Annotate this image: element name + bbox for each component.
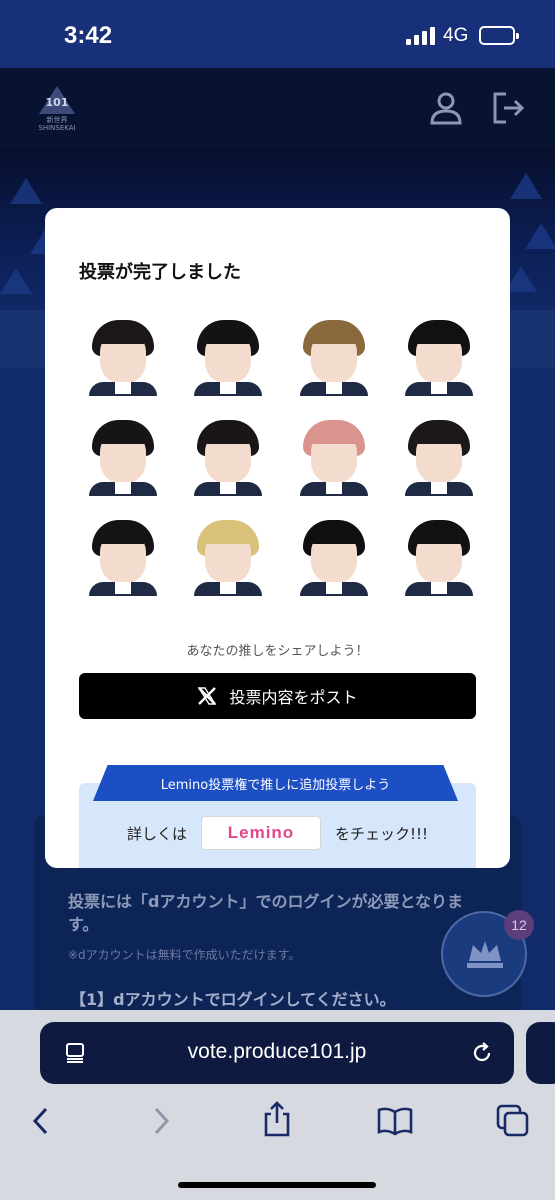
trainee-photo [83, 418, 163, 496]
trainee-photo [294, 418, 374, 496]
lemino-prefix: 詳しくは [126, 824, 187, 843]
trainee-photo [188, 418, 268, 496]
trainee-photo [188, 318, 268, 396]
trainee-photo [399, 518, 479, 596]
post-button-label: 投票内容をポスト [229, 688, 358, 707]
share-prompt: あなたの推しをシェアしよう！ [186, 644, 369, 659]
forward-icon[interactable] [150, 1106, 172, 1136]
account-icon[interactable] [428, 90, 464, 126]
trainee-grid [83, 318, 479, 618]
signal-icon [406, 27, 436, 45]
browser-toolbar: vote.produce101.jp [0, 1010, 555, 1200]
lemino-banner: Lemino投票権で推しに追加投票しよう [93, 765, 458, 801]
reload-icon[interactable] [470, 1041, 494, 1065]
trainee-photo [188, 518, 268, 596]
share-icon[interactable] [262, 1100, 292, 1138]
next-tab-peek[interactable] [526, 1022, 555, 1084]
trainee-photo [83, 318, 163, 396]
produce101-logo[interactable]: 101 新世界 SHINSEKAI [34, 86, 80, 132]
trainee-row [83, 318, 479, 396]
trainee-row [83, 418, 479, 496]
trainee-photo [83, 518, 163, 596]
login-step: 【1】dアカウントでログインしてください。 [70, 990, 396, 1009]
status-bar: 3:42 4G [0, 0, 555, 68]
bookmarks-icon[interactable] [376, 1106, 414, 1136]
network-label: 4G [443, 25, 469, 46]
lemino-logo-button[interactable]: Lemino [200, 816, 321, 850]
trainee-row [83, 518, 479, 596]
modal-title: 投票が完了しました [79, 262, 241, 283]
battery-icon [479, 26, 519, 45]
home-indicator [178, 1182, 376, 1188]
url-text: vote.produce101.jp [187, 1040, 367, 1063]
x-logo-icon [198, 687, 217, 705]
address-bar[interactable]: vote.produce101.jp [40, 1022, 514, 1084]
trainee-photo [294, 318, 374, 396]
app-header: 101 新世界 SHINSEKAI [0, 68, 555, 148]
vote-count-badge: 12 [504, 910, 534, 940]
trainee-photo [399, 318, 479, 396]
back-icon[interactable] [30, 1106, 52, 1136]
login-note: 投票には「dアカウント」でのログインが必要となります。 [68, 892, 463, 935]
lemino-row: 詳しくは Lemino をチェック!!! [79, 815, 476, 851]
post-to-x-button[interactable]: 投票内容をポスト [79, 673, 476, 719]
trainee-photo [399, 418, 479, 496]
vote-complete-modal: 投票が完了しました あなたの推しをシェアしよう！ 投票内容をポスト Lemino… [45, 208, 510, 868]
crown-icon [467, 941, 503, 968]
status-time: 3:42 [64, 22, 113, 49]
tabs-icon[interactable] [494, 1104, 530, 1138]
login-subnote: ※dアカウントは無料で作成いただけます。 [68, 948, 301, 962]
lemino-suffix: をチェック!!! [334, 824, 429, 843]
logout-icon[interactable] [490, 90, 526, 126]
trainee-photo [294, 518, 374, 596]
